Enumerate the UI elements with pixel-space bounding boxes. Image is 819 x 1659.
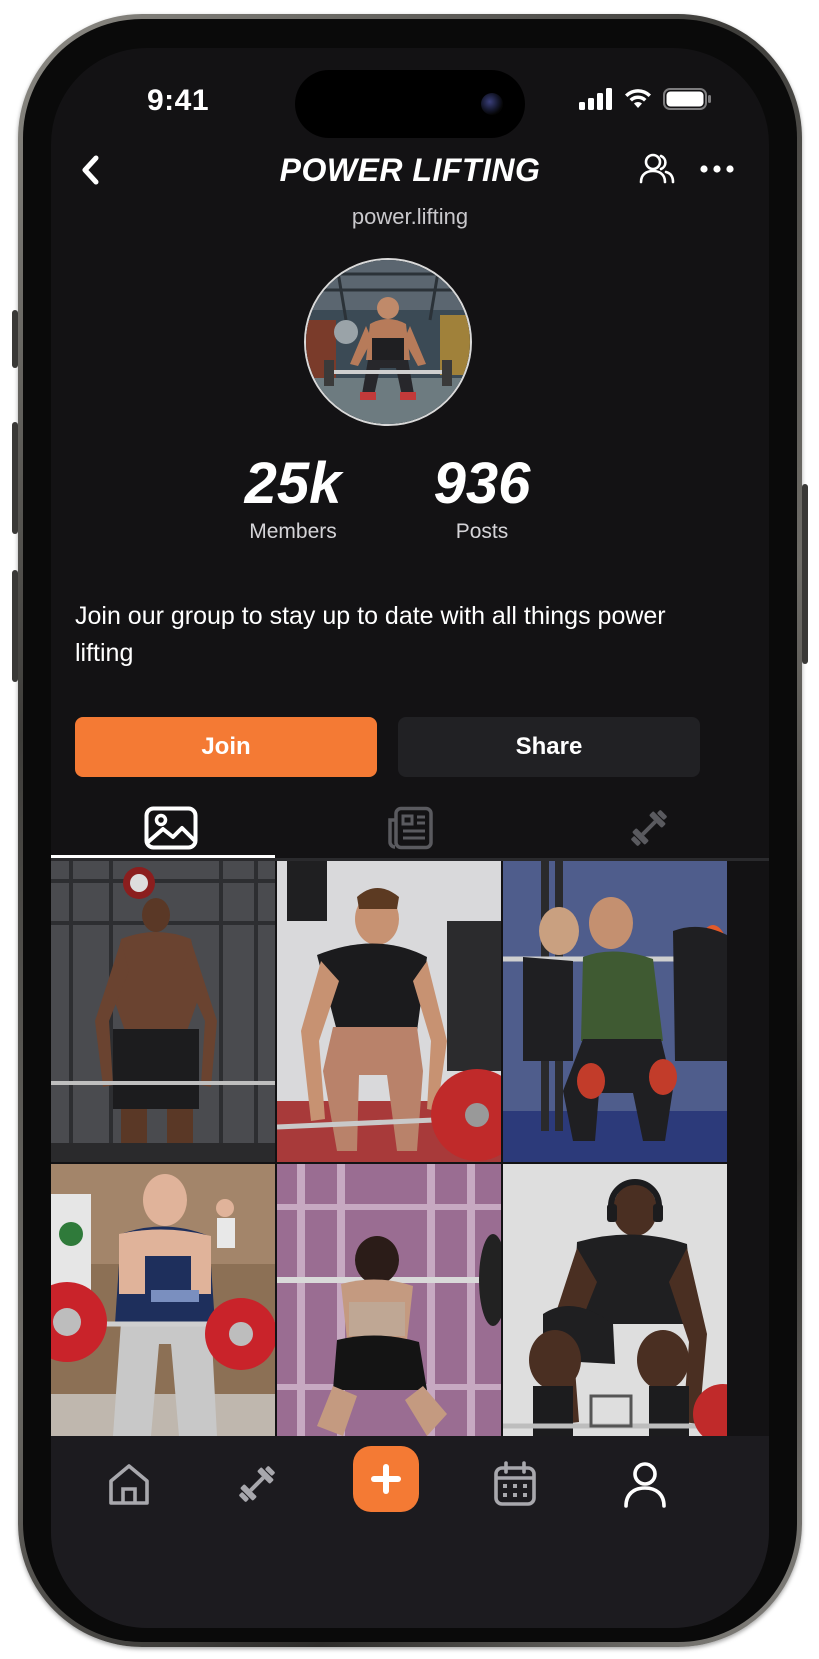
group-avatar[interactable] <box>304 258 472 426</box>
group-handle: power.lifting <box>351 204 469 229</box>
wifi-icon <box>625 89 651 108</box>
share-button[interactable]: Share <box>398 717 700 777</box>
profile-icon <box>624 1462 666 1508</box>
feed-icon <box>387 806 433 850</box>
avatar-photo <box>306 260 470 424</box>
camera-icon <box>481 93 503 115</box>
nav-add-button[interactable] <box>353 1446 419 1512</box>
join-button[interactable]: Join <box>75 717 377 777</box>
group-description: Join our group to stay up to date with a… <box>75 602 666 667</box>
image-icon <box>144 806 197 850</box>
post-thumbnail[interactable] <box>277 861 501 1162</box>
nav-calendar[interactable] <box>485 1454 545 1514</box>
signal-icon <box>579 88 612 110</box>
battery-icon <box>663 88 711 110</box>
post-thumbnail[interactable] <box>503 1164 727 1436</box>
post-image <box>277 1164 501 1436</box>
power-button <box>802 484 808 664</box>
home-icon <box>109 1464 149 1505</box>
members-stat[interactable]: 25k Members <box>235 452 351 544</box>
more-icon <box>700 165 734 173</box>
members-label: Members <box>249 520 337 543</box>
post-image <box>503 861 727 1162</box>
volume-up-button <box>12 422 18 534</box>
app-screen: 9:41 POWER LIFTING power.lifting 25k Mem… <box>51 48 769 1628</box>
posts-stat[interactable]: 936 Posts <box>427 452 537 544</box>
post-image <box>503 1164 727 1436</box>
members-icon <box>639 153 675 184</box>
posts-count: 936 <box>433 451 531 516</box>
bottom-navigation <box>51 1436 769 1628</box>
dumbbell-icon <box>630 810 667 846</box>
dumbbell-icon <box>239 1466 275 1502</box>
members-button[interactable] <box>639 152 675 191</box>
post-image <box>51 861 275 1162</box>
post-thumbnail[interactable] <box>503 861 727 1162</box>
post-image <box>277 861 501 1162</box>
post-thumbnail[interactable] <box>51 861 275 1162</box>
post-thumbnail[interactable] <box>51 1164 275 1436</box>
tab-workouts[interactable] <box>529 800 768 856</box>
calendar-icon <box>494 1461 536 1506</box>
tab-posts[interactable] <box>290 800 529 856</box>
status-icons <box>579 88 711 110</box>
add-icon <box>371 1464 401 1494</box>
volume-down-button <box>12 570 18 682</box>
action-button <box>12 310 18 368</box>
posts-label: Posts <box>455 520 509 543</box>
nav-profile[interactable] <box>615 1454 675 1514</box>
status-time: 9:41 <box>147 84 210 117</box>
more-button[interactable] <box>699 152 735 191</box>
nav-home[interactable] <box>99 1454 159 1514</box>
tab-photos[interactable] <box>51 800 290 858</box>
post-image <box>51 1164 275 1436</box>
nav-workouts[interactable] <box>227 1454 287 1514</box>
members-count: 25k <box>244 451 342 516</box>
dynamic-island <box>295 70 525 138</box>
post-thumbnail[interactable] <box>277 1164 501 1436</box>
